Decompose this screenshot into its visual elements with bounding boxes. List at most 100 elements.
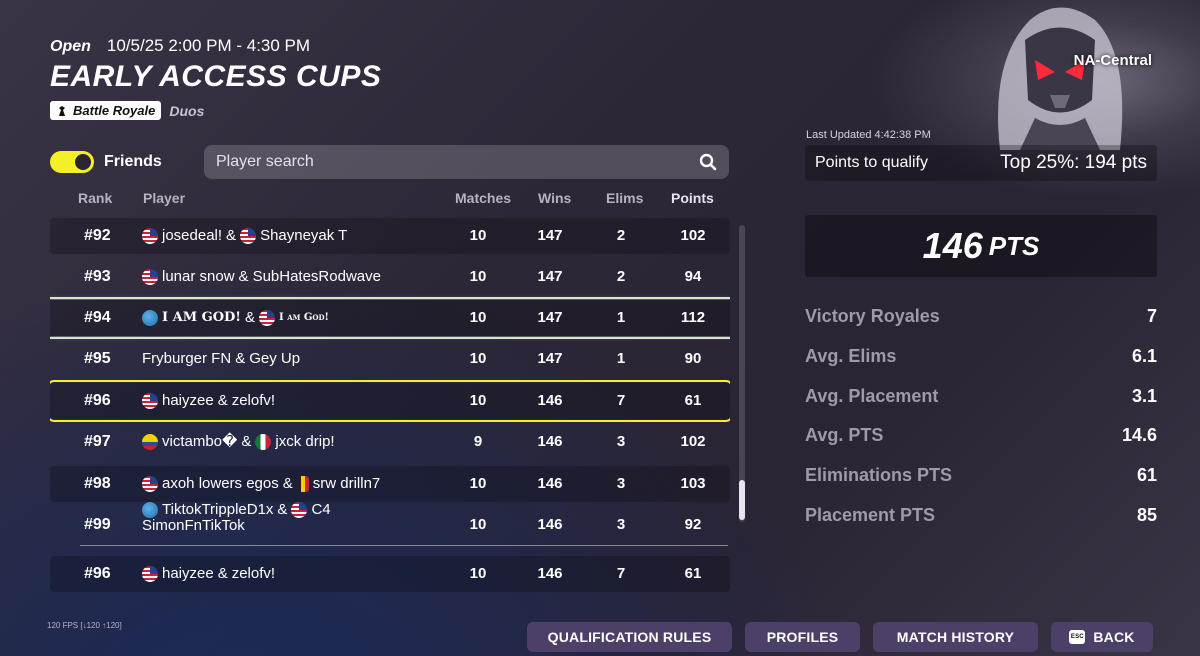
- stat-value: 3.1: [1131, 386, 1157, 406]
- profiles-button[interactable]: PROFILES: [745, 622, 860, 652]
- us-flag-icon: [291, 502, 308, 518]
- rank-header: Rank: [78, 190, 113, 206]
- table-row[interactable]: #99 TiktokTrippleD1x & C4 SimonFnTikTok 10…: [50, 502, 730, 535]
- rank-cell: #94: [84, 309, 111, 326]
- us-flag-icon: [259, 310, 276, 326]
- table-row-self[interactable]: #96 haiyzee & zelofv! 10 146 7 61: [50, 380, 730, 422]
- wins-header: Wins: [538, 190, 572, 206]
- matches-header: Matches: [455, 190, 512, 206]
- back-button[interactable]: ESC BACK: [1051, 622, 1153, 652]
- player-name: SubHatesRodwave: [252, 268, 381, 285]
- stat-label: Avg. Elims: [805, 346, 897, 366]
- elims-cell: 3: [616, 475, 626, 492]
- table-row-friend[interactable]: #94 I AM GOD! & I am God! 10 147 1 112: [50, 297, 730, 339]
- stat-label: Placement PTS: [805, 505, 936, 525]
- elims-cell: 7: [616, 392, 626, 409]
- total-points: 146: [922, 225, 983, 266]
- player-name: C4: [311, 501, 331, 518]
- table-row[interactable]: #98 axoh lowers egos & srw drilln7 10 146 …: [50, 466, 730, 502]
- pinned-own-row[interactable]: #96 haiyzee & zelofv! 10 146 7 61: [50, 556, 730, 592]
- qualification-rules-button[interactable]: QUALIFICATION RULES: [527, 622, 732, 652]
- rank-cell: #96: [84, 392, 111, 409]
- player-name: zelofv!: [231, 392, 276, 409]
- elims-cell: 1: [616, 350, 626, 367]
- player-cell: axoh lowers egos & srw drilln7: [142, 466, 380, 502]
- battle-royale-icon: [59, 105, 65, 116]
- points-cell: 102: [680, 227, 706, 244]
- leaderboard-scrollbar[interactable]: [739, 225, 745, 522]
- matches-cell: 10: [469, 350, 487, 367]
- wins-cell: 146: [537, 392, 563, 409]
- wins-cell: 146: [537, 475, 563, 492]
- table-row[interactable]: #93 lunar snow & SubHatesRodwave 10 147 2 …: [50, 259, 730, 295]
- rank-cell: #96: [84, 565, 111, 582]
- separator: &: [226, 227, 237, 244]
- elims-cell: 7: [616, 565, 626, 582]
- friends-toggle[interactable]: Friends: [50, 151, 162, 173]
- scrollbar-thumb[interactable]: [739, 480, 745, 520]
- table-row[interactable]: #95 Fryburger FN & Gey Up 10 147 1 90: [50, 341, 730, 377]
- stat-label: Victory Royales: [805, 306, 940, 326]
- stat-label: Eliminations PTS: [805, 465, 953, 485]
- character-portrait: [998, 7, 1123, 150]
- points-cell: 92: [684, 516, 702, 533]
- rank-cell: #97: [84, 433, 111, 450]
- matches-cell: 10: [469, 227, 487, 244]
- player-cell: TiktokTrippleD1x & C4 SimonFnTikTok: [142, 501, 331, 534]
- points-header: Points: [671, 190, 714, 206]
- player-name: axoh lowers egos: [162, 475, 279, 492]
- event-header: Open 10/5/25 2:00 PM - 4:30 PM: [50, 36, 310, 56]
- player-name: lunar snow: [162, 268, 235, 285]
- separator: &: [217, 565, 228, 582]
- matches-cell: 10: [469, 392, 487, 409]
- elims-cell: 3: [616, 516, 626, 533]
- player-cell: I AM GOD! & I am God!: [142, 300, 329, 336]
- toggle-knob: [75, 154, 91, 170]
- stat-label: Avg. PTS: [805, 425, 884, 445]
- points-cell: 102: [680, 433, 706, 450]
- mode-tag: Battle Royale: [50, 101, 162, 120]
- rank-cell: #99: [84, 516, 111, 533]
- player-cell: haiyzee & zelofv!: [142, 383, 275, 419]
- player-name: Fryburger FN: [142, 350, 232, 367]
- player-cell: lunar snow & SubHatesRodwave: [142, 259, 381, 295]
- elims-cell: 2: [616, 268, 626, 285]
- wins-cell: 146: [537, 516, 563, 533]
- toggle-switch[interactable]: [50, 151, 94, 173]
- stat-avg-elims: Avg. Elims 6.1: [805, 346, 1157, 367]
- player-search-input[interactable]: [216, 153, 616, 171]
- total-points-box: 146 PTS: [805, 215, 1157, 277]
- page-title: EARLY ACCESS CUPS: [50, 60, 382, 93]
- total-points-unit: PTS: [988, 230, 1040, 261]
- rank-cell: #98: [84, 475, 111, 492]
- mode-label: Battle Royale: [73, 103, 156, 118]
- player-name: haiyzee: [162, 565, 214, 582]
- player-name: jxck drip!: [275, 433, 335, 450]
- fps-counter: 120 FPS [↓120 ↑120]: [47, 621, 122, 630]
- points-cell: 112: [680, 309, 706, 326]
- separator: &: [241, 433, 252, 450]
- player-name: Shayneyak T: [260, 227, 348, 244]
- stat-victory-royales: Victory Royales 7: [805, 306, 1157, 327]
- match-history-button[interactable]: MATCH HISTORY: [873, 622, 1038, 652]
- rank-cell: #95: [84, 350, 111, 367]
- points-cell: 103: [680, 475, 706, 492]
- table-row[interactable]: #92 josedeal! & Shayneyak T 10 147 2 102: [50, 218, 730, 254]
- matches-cell: 10: [469, 516, 487, 533]
- player-cell: Fryburger FN & Gey Up: [142, 341, 300, 377]
- points-cell: 94: [684, 268, 702, 285]
- separator: &: [282, 475, 293, 492]
- leaderboard-table[interactable]: #92 josedeal! & Shayneyak T 10 147 2 102 #…: [50, 217, 730, 535]
- rank-cell: #93: [84, 268, 111, 285]
- stat-value: 7: [1146, 306, 1157, 326]
- separator: &: [217, 392, 228, 409]
- table-row[interactable]: #97 victambo� & jxck drip! 9 146 3 102: [50, 424, 730, 460]
- player-name: I AM GOD!: [162, 310, 242, 325]
- stat-avg-placement: Avg. Placement 3.1: [805, 386, 1157, 407]
- search-icon[interactable]: [699, 153, 717, 171]
- us-flag-icon: [142, 269, 158, 285]
- player-name: zelofv!: [231, 565, 276, 582]
- player-search-box[interactable]: [204, 145, 729, 179]
- us-flag-icon: [142, 566, 158, 582]
- us-flag-icon: [240, 228, 257, 244]
